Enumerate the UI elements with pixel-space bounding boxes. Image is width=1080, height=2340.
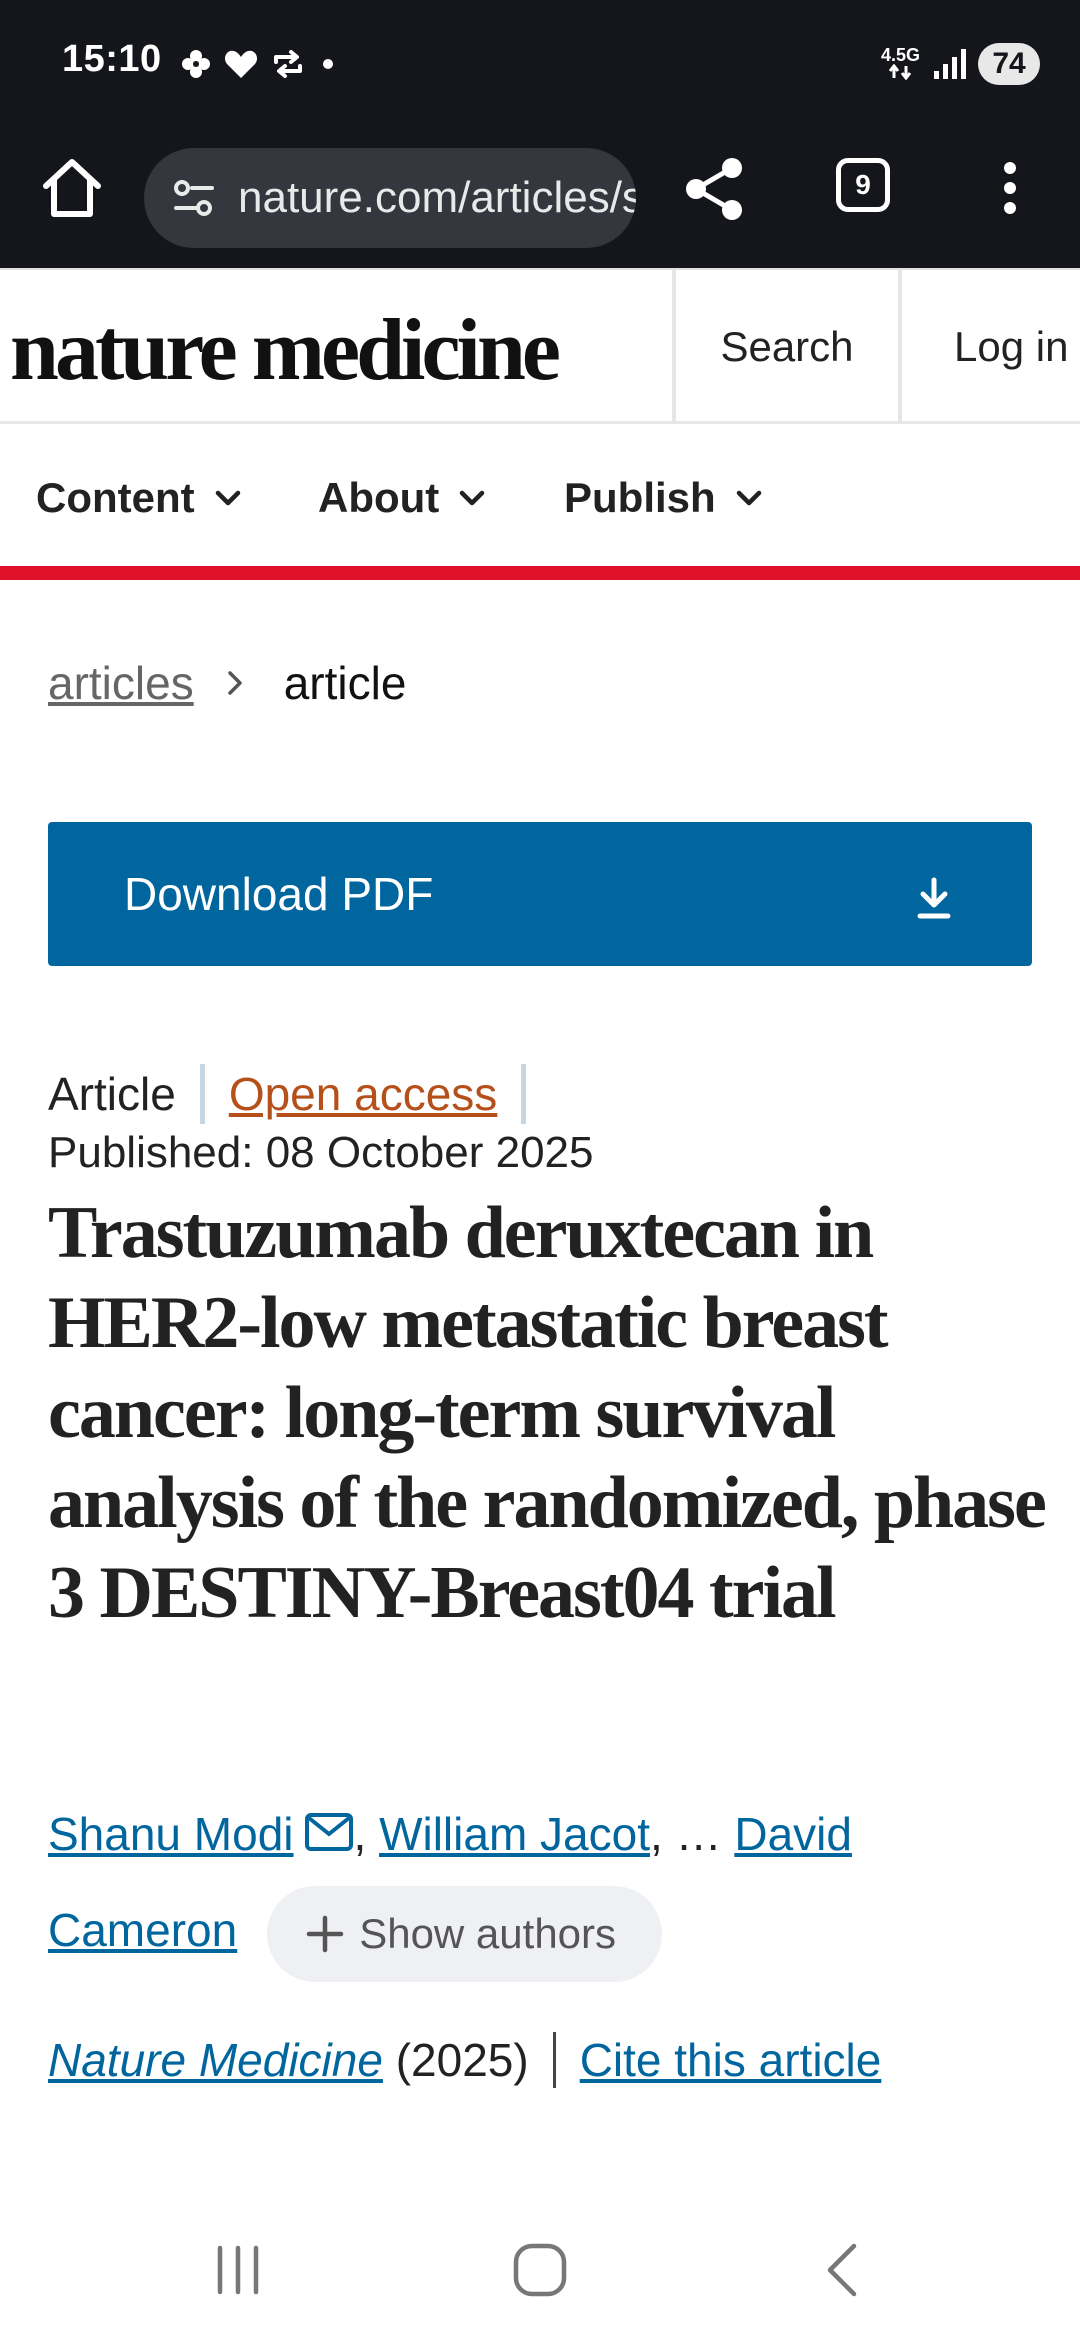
chevron-right-icon: [227, 671, 242, 695]
meta-divider: [521, 1064, 527, 1124]
url-text: nature.com/articles/s41591-025: [238, 173, 636, 222]
citation-divider: [552, 2032, 556, 2088]
article-meta: Article Open access: [48, 1064, 550, 1124]
chevron-down-icon: [460, 490, 485, 506]
notification-icons: [180, 44, 338, 84]
open-access-link[interactable]: Open access: [229, 1067, 497, 1121]
nav-about[interactable]: About: [318, 474, 487, 522]
tab-count: 9: [836, 158, 890, 212]
show-authors-label: Show authors: [359, 1909, 617, 1957]
site-logo[interactable]: nature medicine: [10, 300, 561, 401]
sync-icon: [274, 50, 302, 78]
author-link[interactable]: Shanu Modi: [48, 1808, 294, 1860]
cite-article-link[interactable]: Cite this article: [580, 2033, 882, 2087]
published-date-text: Published: 08 October 2025: [48, 1128, 594, 1177]
chevron-down-icon: [215, 490, 240, 506]
pinwheel-icon: [182, 50, 210, 78]
recent-apps-icon[interactable]: [208, 2240, 268, 2300]
article-type: Article: [48, 1068, 176, 1120]
status-bar: 15:10 4.5G 74: [0, 0, 1080, 128]
plus-icon: [306, 1915, 344, 1953]
download-icon: [917, 877, 951, 919]
site-header: nature medicine Search Log in: [0, 268, 1080, 424]
more-options-icon[interactable]: [990, 158, 1030, 218]
heart-icon: [224, 50, 258, 78]
download-pdf-label: Download PDF: [124, 868, 434, 920]
network-label: 4.5G: [880, 44, 920, 65]
download-pdf-button[interactable]: Download PDF: [48, 822, 1032, 966]
address-bar[interactable]: nature.com/articles/s41591-025: [144, 148, 636, 248]
author-link[interactable]: William Jacot: [379, 1808, 650, 1860]
breadcrumb-articles-link[interactable]: articles: [48, 656, 194, 710]
nav-content-label: Content: [36, 474, 195, 521]
author-list: Shanu Modi, William Jacot, … David Camer…: [48, 1786, 1048, 1982]
network-type: 4.5G: [881, 46, 920, 83]
show-authors-button[interactable]: Show authors: [267, 1885, 663, 1982]
dot-icon: [323, 59, 333, 69]
chevron-down-icon: [736, 490, 761, 506]
nav-content[interactable]: Content: [36, 474, 243, 522]
article-title: Trastuzumab deruxtecan in HER2-low metas…: [48, 1192, 1047, 1634]
status-indicators: 4.5G 74: [881, 40, 1040, 88]
tab-switcher-button[interactable]: 9: [836, 158, 892, 214]
site-settings-icon[interactable]: [170, 174, 218, 222]
browser-toolbar: nature.com/articles/s41591-025 9: [0, 128, 1080, 268]
meta-divider: [199, 1064, 205, 1124]
publication-year: (2025): [395, 2034, 529, 2086]
nav-about-label: About: [318, 474, 440, 521]
nav-publish[interactable]: Publish: [564, 474, 764, 522]
home-icon[interactable]: [36, 152, 108, 224]
data-arrows-icon: [889, 63, 912, 80]
email-icon[interactable]: [304, 1812, 354, 1852]
home-nav-icon[interactable]: [510, 2240, 570, 2300]
nav-publish-label: Publish: [564, 474, 716, 521]
battery-indicator: 74: [978, 43, 1040, 85]
citation-row: Nature Medicine (2025) Cite this article: [48, 2030, 881, 2090]
site-nav: Content About Publish: [0, 424, 1080, 580]
journal-link[interactable]: Nature Medicine: [48, 2033, 383, 2087]
published-date: Published: 08 October 2025: [48, 1128, 594, 1178]
status-time: 15:10: [62, 38, 162, 80]
author-ellipsis: …: [675, 1808, 722, 1860]
signal-icon: [934, 49, 966, 79]
login-button[interactable]: Log in: [902, 270, 1080, 424]
breadcrumb: articles article: [48, 656, 406, 710]
search-button[interactable]: Search: [672, 270, 902, 424]
share-icon[interactable]: [680, 154, 750, 224]
back-icon[interactable]: [814, 2240, 874, 2300]
breadcrumb-current: article: [283, 657, 407, 709]
system-nav-bar: [0, 2200, 1080, 2340]
